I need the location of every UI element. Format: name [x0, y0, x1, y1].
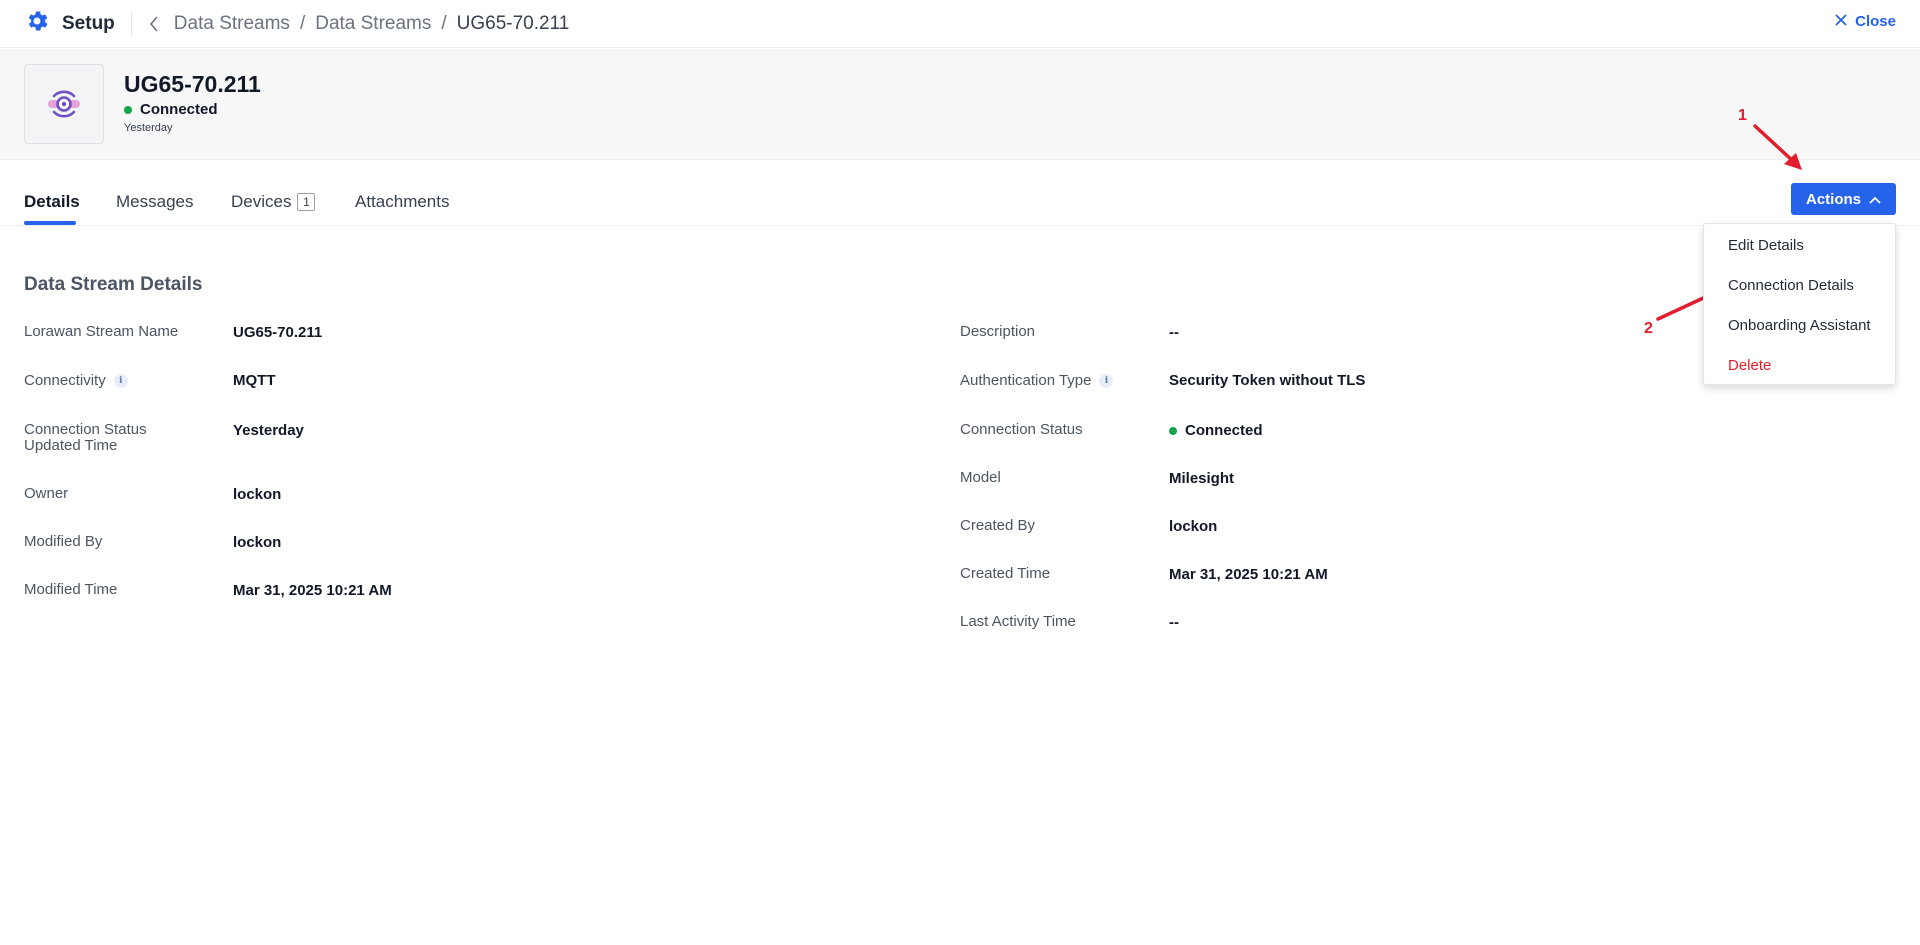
close-label: Close: [1855, 13, 1896, 30]
active-tab-indicator: [24, 221, 76, 225]
label-text: Created Time: [960, 565, 1051, 582]
field-value-modified-by: lockon: [233, 534, 282, 551]
label-text: Description: [960, 323, 1036, 340]
annotation-step-1: 1: [1738, 107, 1747, 124]
label-text: Authentication Type: [960, 372, 1092, 389]
value-text: Connected: [1185, 422, 1263, 439]
label-text: Model: [960, 469, 1001, 486]
close-icon: [1835, 13, 1847, 30]
label-text: Modified By: [24, 533, 103, 550]
status-dot-icon: [124, 105, 132, 114]
breadcrumb-separator: /: [441, 12, 447, 34]
status-dot-icon: [1169, 426, 1177, 435]
field-label-created-by: Created By: [960, 518, 1035, 534]
field-label-stream-name: Lorawan Stream Name: [24, 324, 178, 340]
breadcrumb: Data Streams / Data Streams / UG65-70.21…: [148, 12, 570, 35]
breadcrumb-data-streams[interactable]: Data Streams: [174, 13, 290, 35]
data-stream-icon: [24, 64, 104, 144]
record-header: UG65-70.211 Connected Yesterday: [0, 49, 1920, 160]
tab-details[interactable]: Details: [24, 192, 80, 212]
field-label-modified-by: Modified By: [24, 534, 102, 550]
field-value-last-activity-time: --: [1169, 614, 1179, 631]
actions-menu: Edit Details Connection Details Onboardi…: [1703, 223, 1896, 385]
breadcrumb-current: UG65-70.211: [456, 12, 570, 34]
field-label-model: Model: [960, 470, 1001, 486]
section-title: Data Stream Details: [24, 274, 203, 295]
tab-messages[interactable]: Messages: [116, 192, 193, 212]
tab-attachments[interactable]: Attachments: [355, 192, 450, 212]
field-label-connection-status: Connection Status: [960, 422, 1083, 438]
label-text: Owner: [24, 485, 69, 502]
tab-devices-label: Devices: [231, 192, 292, 211]
label-text: Modified Time: [24, 581, 118, 598]
label-text: Connection Status: [960, 421, 1083, 438]
tab-bar: Details Messages Devices 1 Attachments: [0, 160, 1920, 226]
breadcrumb-separator: /: [299, 12, 306, 34]
setup-brand: Setup: [24, 8, 115, 39]
status-updated: Yesterday: [124, 122, 173, 134]
label-text: Last Activity Time: [960, 613, 1076, 630]
field-label-modified-time: Modified Time: [24, 582, 117, 598]
gear-icon: [24, 8, 50, 39]
tab-details-label: Details: [24, 192, 80, 211]
actions-button[interactable]: Actions: [1791, 183, 1896, 215]
label-text: Created By: [960, 517, 1036, 534]
app-title: Setup: [62, 12, 115, 34]
field-label-authentication-type: Authentication Type i: [960, 372, 1114, 389]
field-value-connection-status: Connected: [1169, 422, 1263, 439]
top-bar: Setup Data Streams / Data Streams / UG65…: [0, 0, 1920, 48]
info-icon[interactable]: i: [1099, 374, 1114, 388]
field-value-created-time: Mar 31, 2025 10:21 AM: [1169, 566, 1328, 583]
field-label-owner: Owner: [24, 486, 68, 502]
status-label: Connected: [140, 101, 218, 118]
breadcrumb-data-streams-2[interactable]: Data Streams: [315, 13, 431, 35]
field-value-description: --: [1169, 324, 1179, 341]
status-badge: Connected: [124, 101, 218, 118]
info-icon[interactable]: i: [113, 374, 128, 388]
label-text: Connection Status Updated Time: [24, 421, 147, 454]
label-text: Lorawan Stream Name: [24, 323, 179, 340]
label-text: Connectivity: [24, 372, 106, 389]
menu-item-delete[interactable]: Delete: [1728, 357, 1771, 374]
page-title: UG65-70.211: [124, 71, 261, 97]
menu-item-connection-details[interactable]: Connection Details: [1728, 277, 1854, 294]
tab-devices[interactable]: Devices 1: [231, 192, 316, 212]
tab-messages-label: Messages: [116, 192, 194, 211]
field-label-last-activity-time: Last Activity Time: [960, 614, 1076, 630]
field-label-connectivity: Connectivity i: [24, 373, 128, 389]
field-value-connectivity: MQTT: [233, 372, 276, 389]
devices-count-badge: 1: [297, 193, 316, 211]
close-button[interactable]: Close: [1835, 13, 1896, 30]
menu-item-edit-details[interactable]: Edit Details: [1728, 237, 1804, 254]
divider: [130, 10, 132, 37]
field-value-owner: lockon: [233, 486, 282, 503]
actions-label: Actions: [1805, 190, 1861, 208]
field-value-stream-name: UG65-70.211: [233, 324, 323, 341]
field-value-modified-time: Mar 31, 2025 10:21 AM: [233, 582, 392, 599]
chevron-left-icon[interactable]: [148, 15, 160, 33]
field-value-model: Milesight: [1169, 470, 1235, 487]
chevron-up-icon: [1869, 191, 1881, 208]
field-label-description: Description: [960, 324, 1035, 340]
tab-attachments-label: Attachments: [355, 192, 450, 211]
field-value-authentication-type: Security Token without TLS: [1169, 372, 1366, 389]
menu-item-onboarding-assistant[interactable]: Onboarding Assistant: [1728, 317, 1871, 334]
field-label-created-time: Created Time: [960, 566, 1050, 582]
field-label-status-updated-time: Connection Status Updated Time: [24, 422, 184, 454]
field-value-status-updated-time: Yesterday: [233, 422, 304, 439]
field-value-created-by: lockon: [1169, 518, 1218, 535]
